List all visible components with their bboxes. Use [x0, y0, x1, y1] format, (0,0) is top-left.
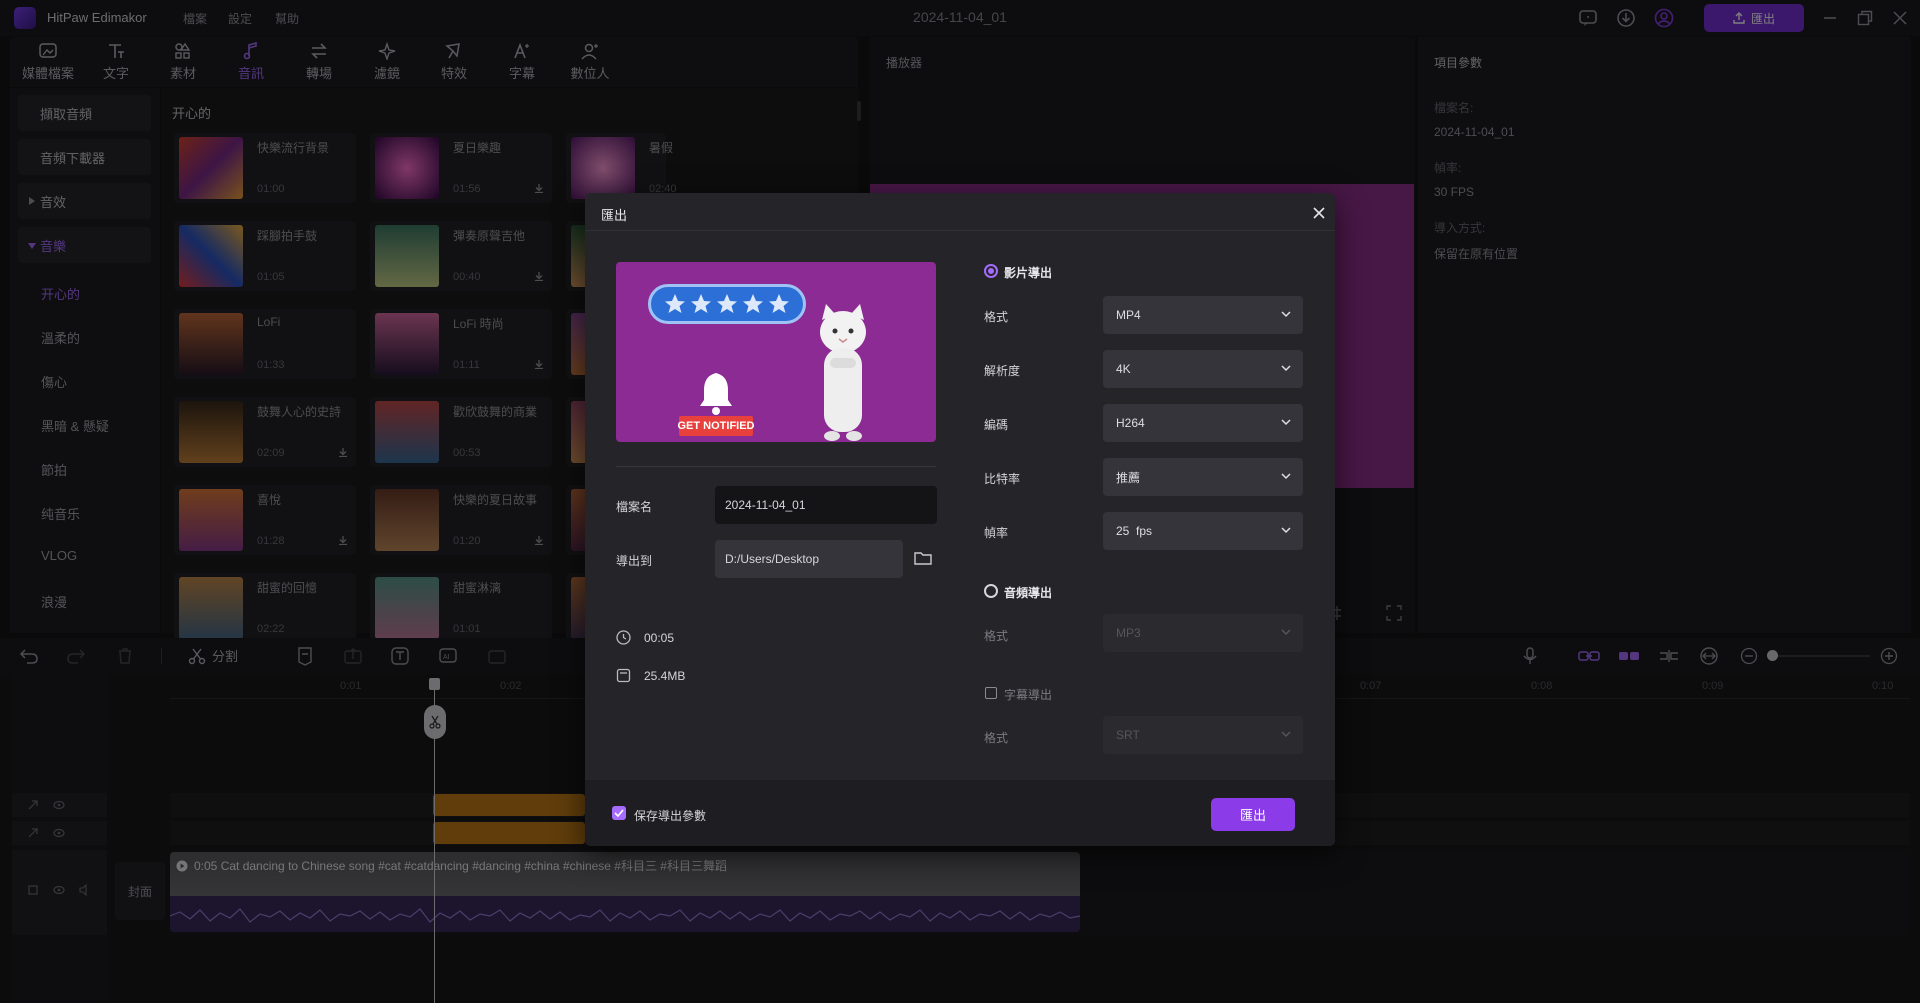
cat-illustration [808, 302, 878, 442]
five-stars-icon [665, 294, 789, 313]
chevron-down-icon [1281, 365, 1291, 372]
chevron-down-icon [1281, 527, 1291, 534]
framerate-select[interactable]: 25 fps [1103, 512, 1303, 550]
chevron-down-icon [1281, 731, 1291, 738]
format-select[interactable]: MP4 [1103, 296, 1303, 334]
format-value: MP4 [1116, 308, 1141, 322]
audio-export-radio[interactable] [984, 584, 998, 598]
export-thumbnail: GET NOTIFIED [616, 262, 936, 442]
chevron-down-icon [1281, 419, 1291, 426]
resolution-select[interactable]: 4K [1103, 350, 1303, 388]
filename-label: 檔案名 [616, 500, 653, 514]
video-export-radio[interactable] [984, 264, 998, 278]
codec-label: 編碼 [984, 418, 1009, 432]
save-params-checkbox[interactable] [612, 806, 626, 820]
chevron-down-icon [1281, 473, 1291, 480]
export-file-size: 25.4MB [644, 669, 686, 683]
clock-icon [616, 630, 631, 645]
codec-value: H264 [1116, 416, 1145, 430]
radio-dot [988, 268, 994, 274]
chevron-down-icon [1281, 311, 1291, 318]
bell-icon [696, 370, 736, 416]
audio-format-select[interactable]: MP3 [1103, 614, 1303, 652]
get-notified-badge: GET NOTIFIED [678, 416, 755, 436]
subtitle-format-select[interactable]: SRT [1103, 716, 1303, 754]
export-to-label: 導出到 [616, 554, 653, 568]
filename-input[interactable] [715, 486, 937, 524]
subtitle-format-label: 格式 [984, 731, 1009, 745]
bitrate-value: 推薦 [1116, 470, 1141, 485]
dialog-title: 匯出 [601, 208, 628, 223]
bitrate-select[interactable]: 推薦 [1103, 458, 1303, 496]
subtitle-export-label: 字幕導出 [1004, 688, 1053, 702]
bitrate-label: 比特率 [984, 472, 1021, 486]
export-path-field[interactable]: D:/Users/Desktop [715, 540, 903, 578]
framerate-value: 25 fps [1116, 524, 1153, 538]
dialog-divider [585, 230, 1335, 231]
video-export-label: 影片導出 [1004, 266, 1053, 280]
file-size-icon [616, 668, 631, 683]
audio-format-value: MP3 [1116, 626, 1141, 640]
checkmark-icon [614, 809, 624, 817]
resolution-label: 解析度 [984, 364, 1021, 378]
subtitle-format-value: SRT [1116, 728, 1140, 742]
codec-select[interactable]: H264 [1103, 404, 1303, 442]
resolution-value: 4K [1116, 362, 1131, 376]
audio-export-label: 音頻導出 [1004, 586, 1053, 600]
close-icon[interactable] [1308, 202, 1330, 224]
thumbnail-divider [616, 466, 936, 467]
subtitle-export-checkbox[interactable] [985, 687, 997, 699]
rating-stars [648, 284, 806, 324]
export-button[interactable]: 匯出 [1211, 798, 1295, 831]
framerate-label: 幀率 [984, 526, 1009, 540]
chevron-down-icon [1281, 629, 1291, 636]
audio-format-label: 格式 [984, 629, 1009, 643]
folder-icon[interactable] [914, 550, 932, 566]
export-duration: 00:05 [644, 631, 675, 645]
format-label: 格式 [984, 310, 1009, 324]
save-params-label: 保存導出參數 [634, 809, 707, 823]
